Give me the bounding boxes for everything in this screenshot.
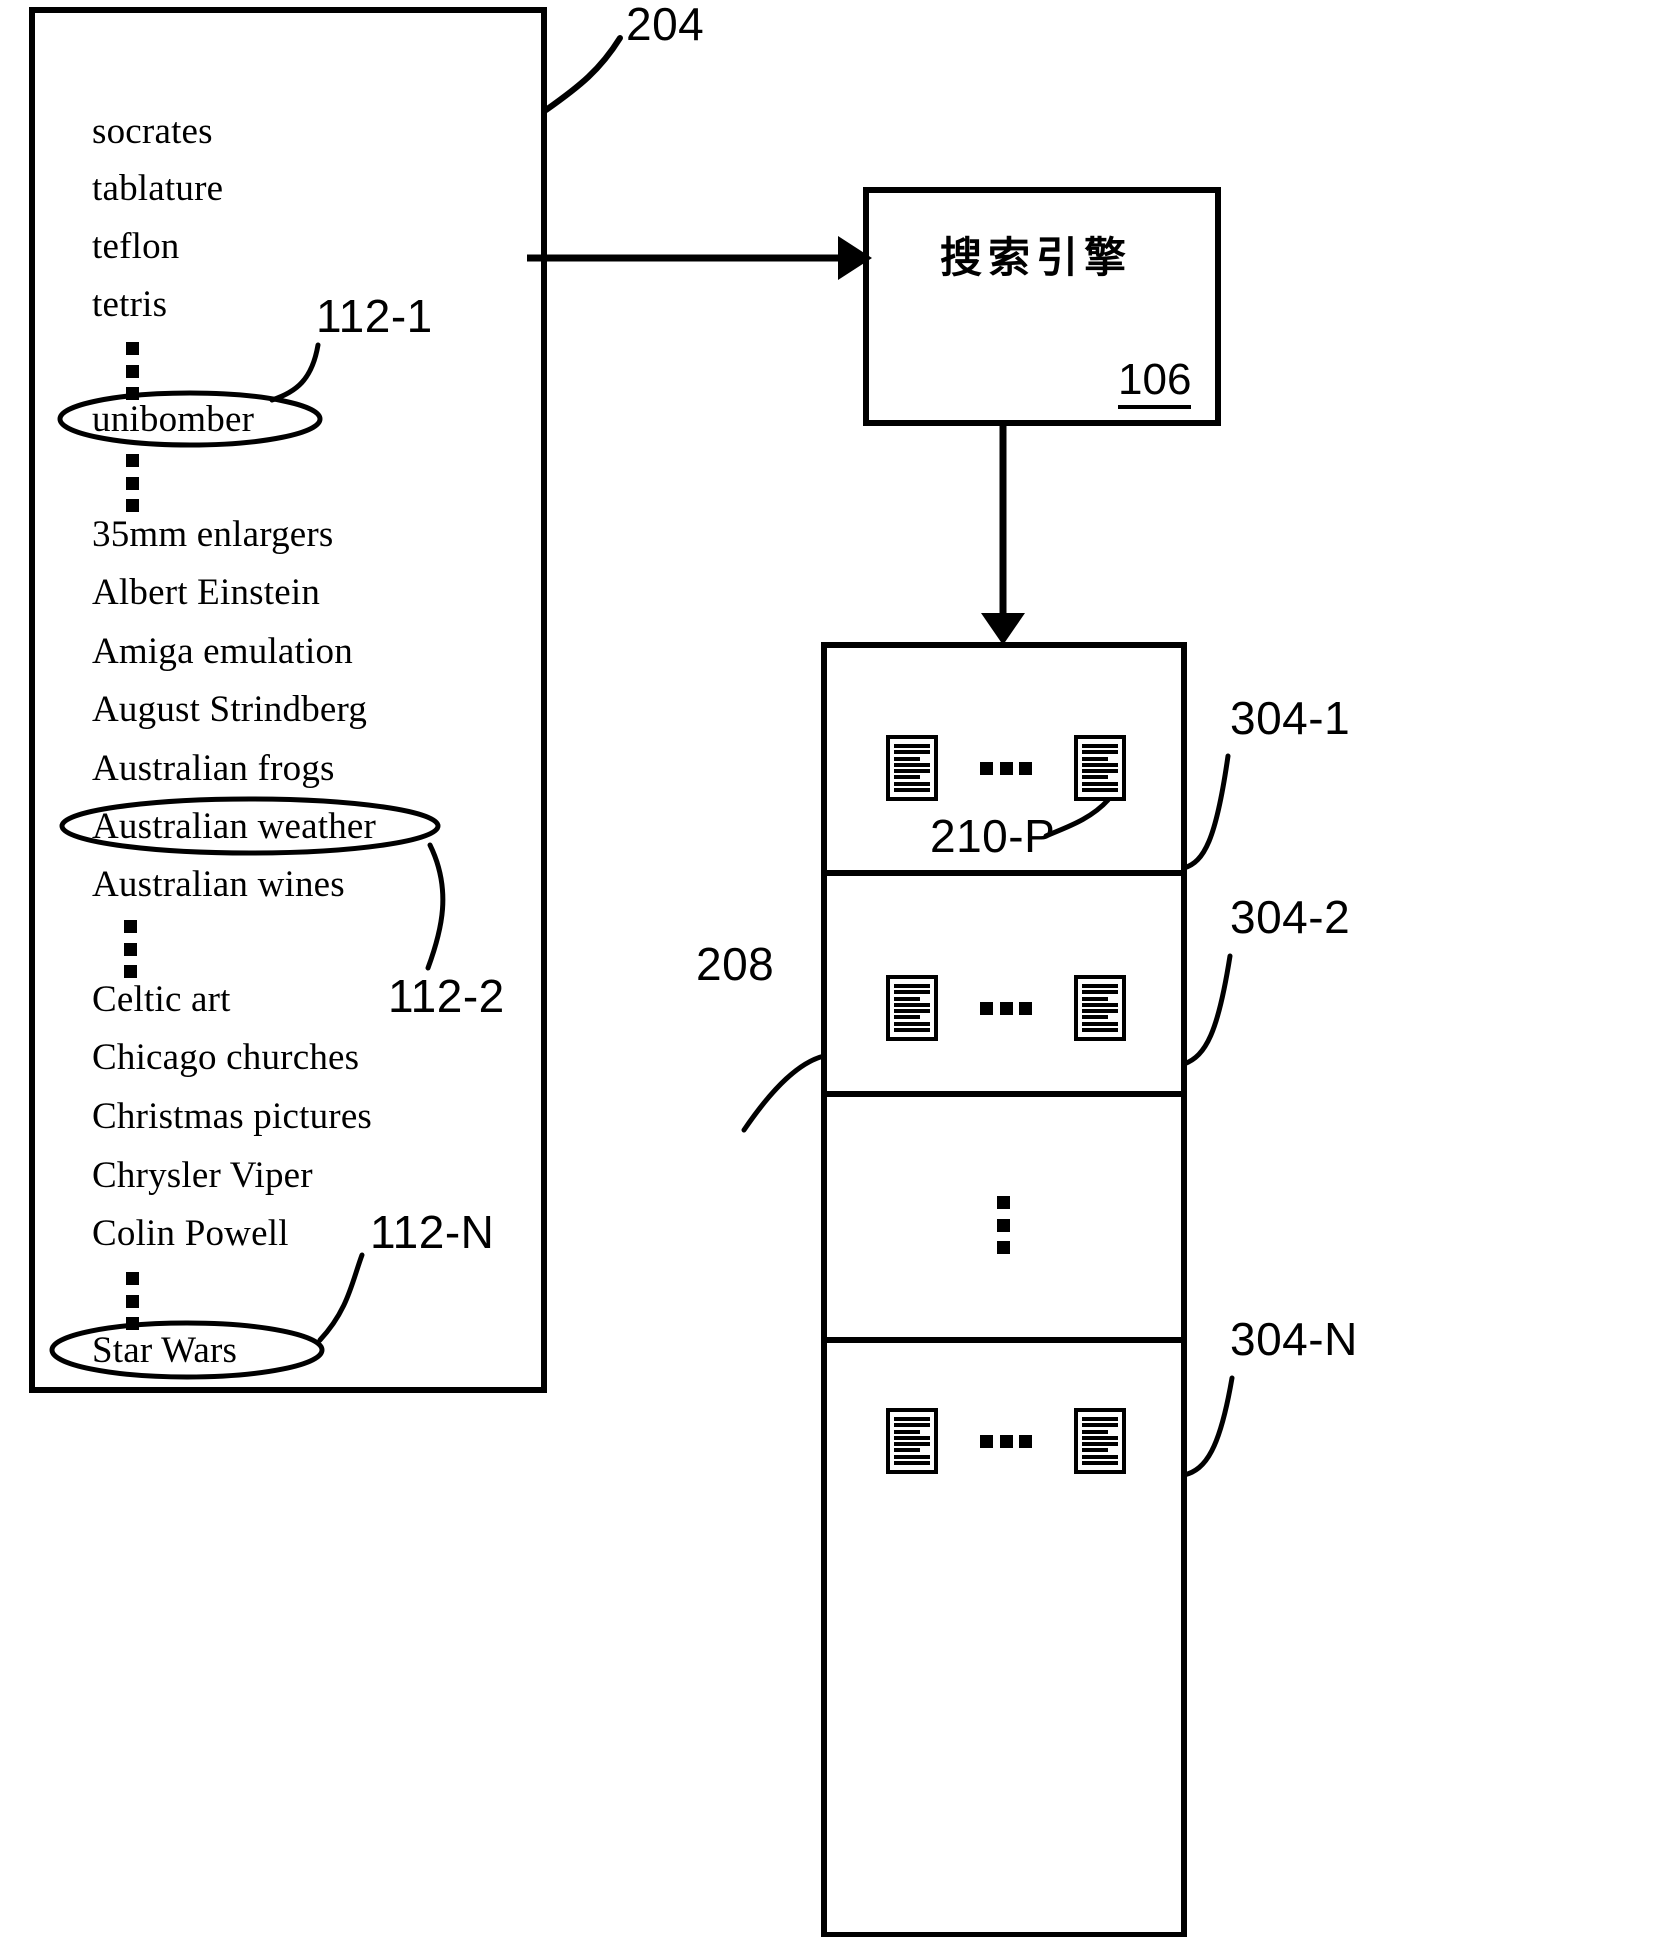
vertical-ellipsis bbox=[126, 454, 139, 512]
reference-label-210-P: 210-P bbox=[930, 810, 1056, 862]
document-icon bbox=[886, 735, 938, 801]
query-term-circled-australian-weather: Australian weather bbox=[92, 806, 377, 847]
reference-label-204: 204 bbox=[626, 0, 705, 50]
document-icon bbox=[1074, 975, 1126, 1041]
query-term: Chicago churches bbox=[92, 1037, 360, 1078]
reference-label-304-2: 304-2 bbox=[1230, 891, 1351, 943]
patent-figure: socrates tablature teflon tetris unibomb… bbox=[0, 0, 1674, 1937]
query-term: socrates bbox=[92, 111, 213, 152]
horizontal-ellipsis bbox=[980, 1435, 1032, 1448]
query-term: tablature bbox=[92, 168, 224, 209]
query-term: Albert Einstein bbox=[92, 572, 321, 613]
query-term: Australian wines bbox=[92, 864, 345, 905]
vertical-ellipsis bbox=[997, 1196, 1010, 1254]
document-icon bbox=[1074, 1408, 1126, 1474]
document-icon bbox=[886, 1408, 938, 1474]
query-term: Chrysler Viper bbox=[92, 1155, 313, 1196]
document-icon bbox=[1074, 735, 1126, 801]
horizontal-ellipsis bbox=[980, 762, 1032, 775]
vertical-ellipsis bbox=[126, 1272, 139, 1330]
vertical-ellipsis bbox=[124, 920, 137, 978]
query-term: Christmas pictures bbox=[92, 1096, 373, 1137]
query-term: Amiga emulation bbox=[92, 631, 353, 672]
query-term: August Strindberg bbox=[92, 689, 368, 730]
reference-label-304-N: 304-N bbox=[1230, 1313, 1358, 1365]
document-icon bbox=[886, 975, 938, 1041]
query-term-circled-star-wars: Star Wars bbox=[92, 1330, 238, 1371]
reference-label-112-1: 112-1 bbox=[316, 290, 433, 342]
query-term: Australian frogs bbox=[92, 748, 335, 789]
query-term: 35mm enlargers bbox=[92, 514, 334, 555]
reference-label-112-2: 112-2 bbox=[388, 970, 505, 1022]
reference-label-106: 106 bbox=[1118, 357, 1192, 409]
query-term: Celtic art bbox=[92, 979, 231, 1020]
query-term: Colin Powell bbox=[92, 1213, 289, 1254]
reference-label-112-N: 112-N bbox=[370, 1206, 495, 1258]
query-term: tetris bbox=[92, 284, 168, 325]
query-term-circled-unibomber: unibomber bbox=[92, 399, 255, 440]
diagram-lines bbox=[29, 7, 1235, 1937]
search-engine-title: 搜索引擎 bbox=[940, 233, 1133, 282]
vertical-ellipsis bbox=[126, 342, 139, 400]
query-term: teflon bbox=[92, 226, 180, 267]
horizontal-ellipsis bbox=[980, 1002, 1032, 1015]
reference-label-304-1: 304-1 bbox=[1230, 692, 1351, 744]
reference-label-208: 208 bbox=[696, 938, 775, 990]
